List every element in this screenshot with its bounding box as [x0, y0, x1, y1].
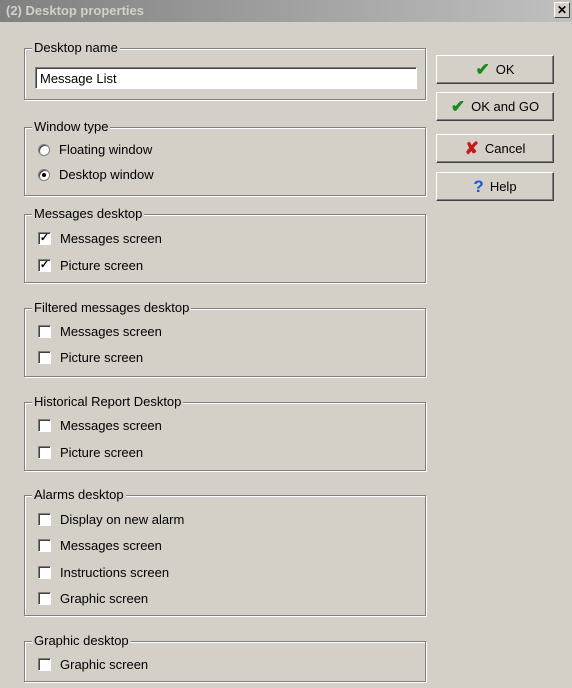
window-title: (2) Desktop properties — [6, 3, 144, 18]
graphic-desktop-legend: Graphic desktop — [32, 633, 131, 648]
alarms-display-on-new-alarm[interactable]: Display on new alarm — [38, 512, 184, 527]
checkbox-icon[interactable] — [38, 419, 51, 432]
messages-desktop-picture-screen[interactable]: ✓ Picture screen — [38, 258, 143, 273]
checkbox-icon[interactable]: ✓ — [38, 259, 51, 272]
radio-floating-window-icon[interactable] — [38, 143, 50, 156]
question-mark-icon: ? — [473, 176, 484, 196]
filtered-messages-desktop-legend: Filtered messages desktop — [32, 300, 192, 315]
desktop-name-group: Desktop name Message List — [24, 40, 426, 100]
checkbox-icon[interactable] — [38, 658, 51, 671]
ok-and-go-button[interactable]: ✔ OK and GO — [436, 92, 554, 121]
ok-and-go-button-label: OK and GO — [471, 99, 540, 114]
close-icon[interactable]: ✕ — [554, 2, 570, 18]
cancel-button[interactable]: ✘ Cancel — [436, 134, 554, 163]
checkbox-label: Graphic screen — [60, 591, 149, 606]
checkbox-icon[interactable] — [38, 325, 51, 338]
alarms-desktop-group: Alarms desktop Display on new alarm Mess… — [24, 487, 426, 616]
ok-button-label: OK — [495, 62, 515, 77]
checkbox-label: Messages screen — [60, 418, 162, 433]
cross-icon: ✘ — [464, 138, 479, 158]
checkbox-label: Display on new alarm — [60, 512, 185, 527]
historical-report-desktop-legend: Historical Report Desktop — [32, 394, 184, 409]
historical-messages-screen[interactable]: Messages screen — [38, 418, 162, 433]
checkbox-icon[interactable] — [38, 566, 51, 579]
messages-desktop-legend: Messages desktop — [32, 206, 145, 221]
radio-desktop-window-label: Desktop window — [59, 167, 154, 182]
messages-desktop-messages-screen[interactable]: ✓ Messages screen — [38, 231, 162, 246]
alarms-instructions-screen[interactable]: Instructions screen — [38, 565, 169, 580]
cancel-button-label: Cancel — [484, 141, 526, 156]
checkmark-icon: ✔ — [450, 96, 466, 116]
checkbox-icon[interactable] — [38, 351, 51, 364]
radio-desktop-window[interactable]: Desktop window — [38, 167, 154, 182]
checkbox-icon[interactable] — [38, 539, 51, 552]
checkbox-icon[interactable] — [38, 592, 51, 605]
graphic-desktop-group: Graphic desktop Graphic screen — [24, 633, 426, 682]
alarms-messages-screen[interactable]: Messages screen — [38, 538, 162, 553]
checkbox-icon[interactable]: ✓ — [38, 232, 51, 245]
radio-floating-window[interactable]: Floating window — [38, 142, 152, 157]
help-button[interactable]: ? Help — [436, 172, 554, 201]
historical-report-desktop-group: Historical Report Desktop Messages scree… — [24, 394, 426, 471]
window-type-group: Window type Floating window Desktop wind… — [24, 119, 426, 196]
alarms-graphic-screen[interactable]: Graphic screen — [38, 591, 148, 606]
filtered-messages-desktop-group: Filtered messages desktop Messages scree… — [24, 300, 426, 377]
checkbox-label: Graphic screen — [60, 657, 149, 672]
desktop-name-input[interactable]: Message List — [35, 67, 417, 89]
messages-desktop-group: Messages desktop ✓ Messages screen ✓ Pic… — [24, 206, 426, 283]
checkbox-icon[interactable] — [38, 446, 51, 459]
radio-desktop-window-icon[interactable] — [38, 168, 50, 181]
checkbox-label: Instructions screen — [60, 565, 170, 580]
checkmark-icon: ✔ — [475, 59, 490, 79]
desktop-name-legend: Desktop name — [32, 40, 120, 55]
checkbox-label: Picture screen — [60, 258, 144, 273]
filtered-picture-screen[interactable]: Picture screen — [38, 350, 143, 365]
historical-picture-screen[interactable]: Picture screen — [38, 445, 143, 460]
checkbox-label: Messages screen — [60, 231, 162, 246]
checkbox-label: Picture screen — [60, 445, 144, 460]
graphic-desktop-graphic-screen[interactable]: Graphic screen — [38, 657, 148, 672]
title-bar: (2) Desktop properties ✕ — [0, 0, 572, 22]
filtered-messages-screen[interactable]: Messages screen — [38, 324, 162, 339]
checkbox-label: Messages screen — [60, 324, 162, 339]
checkbox-icon[interactable] — [38, 513, 51, 526]
window-type-legend: Window type — [32, 119, 111, 134]
help-button-label: Help — [489, 179, 517, 194]
checkbox-label: Picture screen — [60, 350, 144, 365]
checkbox-label: Messages screen — [60, 538, 162, 553]
alarms-desktop-legend: Alarms desktop — [32, 487, 126, 502]
radio-floating-window-label: Floating window — [59, 142, 153, 157]
ok-button[interactable]: ✔ OK — [436, 55, 554, 84]
